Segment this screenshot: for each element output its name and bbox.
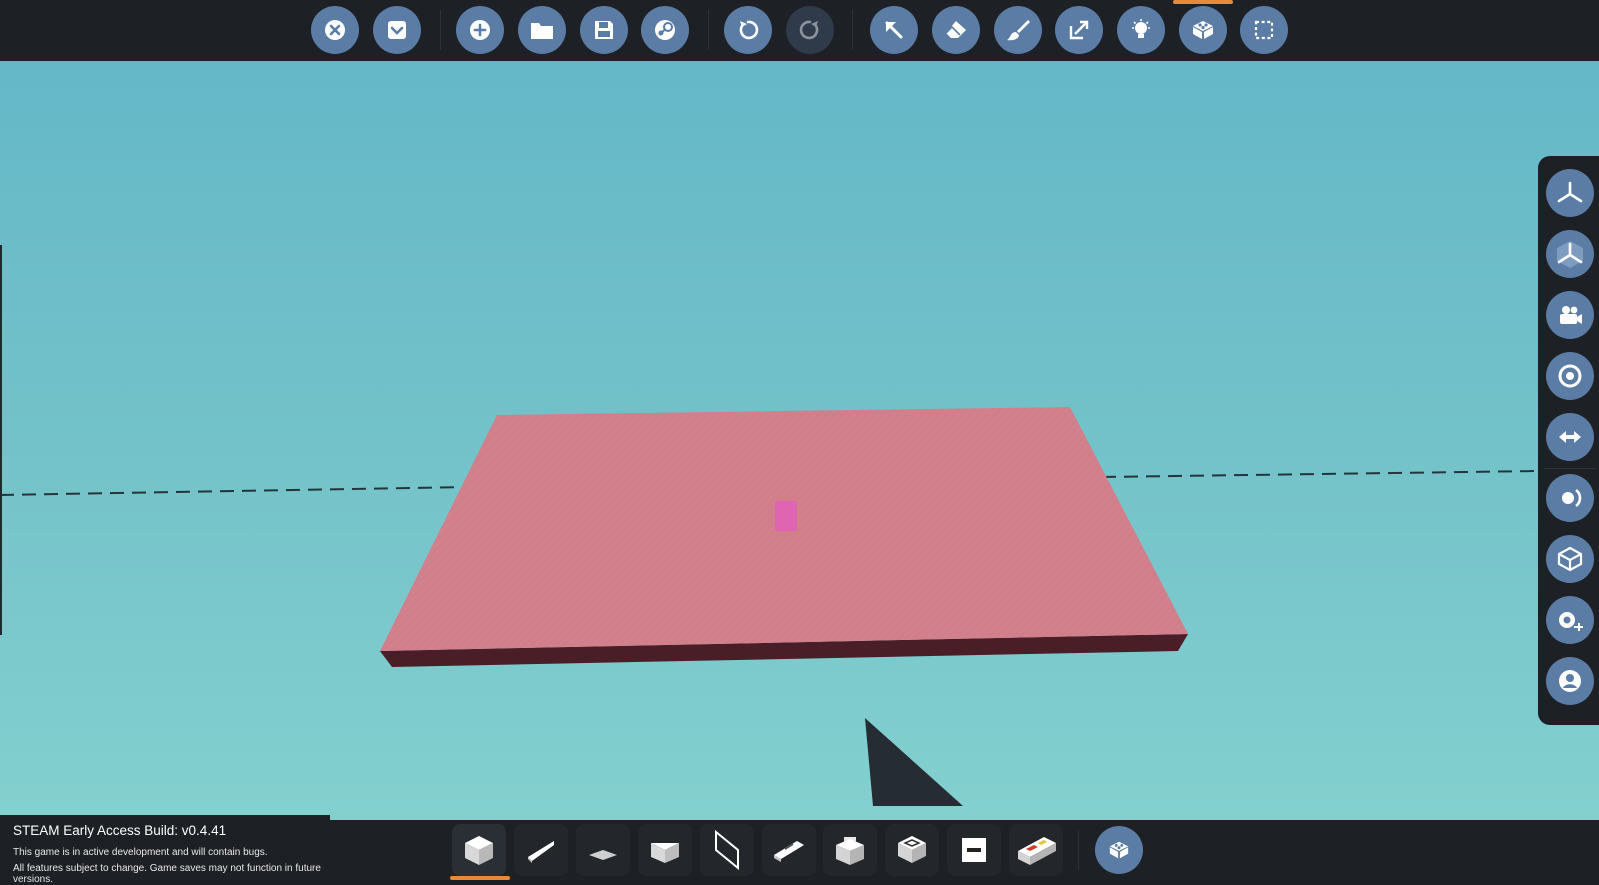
build-disclaimer-line-2: All features subject to change. Game sav… <box>13 863 321 885</box>
stud-block-part-icon <box>836 837 864 865</box>
build-disclaimer-line-1: This game is in active development and w… <box>13 847 268 858</box>
wedge-part-icon <box>528 841 554 863</box>
save-button[interactable] <box>580 6 628 54</box>
axis-view-button[interactable] <box>1546 169 1594 217</box>
focus-target-button[interactable] <box>1546 352 1594 400</box>
grid-axis-line-left <box>0 486 471 496</box>
camera-button[interactable] <box>1546 291 1594 339</box>
select-tool-button[interactable] <box>870 6 918 54</box>
stud-block-part-button[interactable] <box>823 824 877 876</box>
controller-part-button[interactable] <box>1009 824 1063 876</box>
spawn-marker[interactable] <box>775 501 797 531</box>
select-cursor-icon <box>885 21 903 39</box>
lightbulb-icon <box>1132 19 1150 38</box>
new-icon <box>470 20 490 40</box>
scene <box>0 407 1539 806</box>
controller-part-icon <box>1018 837 1056 865</box>
cube-view-icon <box>1557 546 1583 572</box>
undo-icon <box>739 20 759 40</box>
build-mode-button[interactable] <box>1179 6 1227 54</box>
active-tool-indicator <box>1173 0 1233 4</box>
panel-part-button[interactable] <box>700 824 754 876</box>
axis-view-icon <box>1557 181 1583 203</box>
flat-plate-part-icon <box>589 850 617 860</box>
bricks-icon <box>1193 21 1213 39</box>
hinge-part-button[interactable] <box>762 824 816 876</box>
scale-arrow-icon <box>1069 20 1089 40</box>
light-tool-button[interactable] <box>1117 6 1165 54</box>
selected-part-indicator <box>450 876 510 880</box>
new-build-button[interactable] <box>456 6 504 54</box>
scale-tool-button[interactable] <box>1055 6 1103 54</box>
axis-view-boxed-icon <box>1557 241 1583 268</box>
rotate-view-icon <box>1562 488 1582 508</box>
paint-tool-button[interactable] <box>994 6 1042 54</box>
target-icon <box>1558 364 1582 388</box>
panel-part-icon <box>715 830 739 870</box>
bricks-menu-button[interactable] <box>1095 826 1143 874</box>
collapse-menu-button[interactable] <box>373 6 421 54</box>
cube-part-icon <box>465 836 493 865</box>
outline-block-part-icon <box>898 836 926 863</box>
top-toolbar <box>0 0 1599 61</box>
redo-icon <box>799 20 819 40</box>
undo-button[interactable] <box>724 6 772 54</box>
swap-arrow-icon <box>1559 431 1581 443</box>
cube-view-button[interactable] <box>1546 535 1594 583</box>
paint-brush-icon <box>1007 20 1030 41</box>
switch-part-button[interactable] <box>947 824 1001 876</box>
grid-axis-line-right <box>1101 470 1539 478</box>
eraser-tool-button[interactable] <box>932 6 980 54</box>
swap-view-button[interactable] <box>1546 413 1594 461</box>
3d-viewport[interactable] <box>0 61 1599 820</box>
viewport-left-edge <box>0 245 2 635</box>
outline-block-part-button[interactable] <box>885 824 939 876</box>
camera-icon <box>1560 306 1582 324</box>
flat-plate-part-button[interactable] <box>576 824 630 876</box>
build-info-panel: STEAM Early Access Build: v0.4.41 This g… <box>0 815 330 885</box>
selection-box-icon <box>1254 20 1274 40</box>
switch-part-icon <box>962 838 986 862</box>
axis-view-boxed-button[interactable] <box>1546 230 1594 278</box>
selection-box-button[interactable] <box>1240 6 1288 54</box>
slope-part-icon <box>651 843 679 863</box>
redo-button[interactable] <box>786 6 834 54</box>
camera-tools-icon <box>1559 612 1583 631</box>
selection-cursor-pointer <box>865 718 963 806</box>
slope-part-button[interactable] <box>638 824 692 876</box>
camera-tools-button[interactable] <box>1546 596 1594 644</box>
open-button[interactable] <box>518 6 566 54</box>
save-icon <box>595 21 613 39</box>
character-button[interactable] <box>1546 657 1594 705</box>
character-icon <box>1559 670 1581 692</box>
bricks-menu-icon <box>1109 841 1129 859</box>
hinge-part-icon <box>774 841 804 862</box>
eraser-icon <box>945 21 966 38</box>
steam-icon <box>655 20 675 40</box>
build-version-title: STEAM Early Access Build: v0.4.41 <box>13 823 227 838</box>
rotate-view-button[interactable] <box>1546 474 1594 522</box>
close-button[interactable] <box>311 6 359 54</box>
camera-toolbar <box>1538 156 1599 725</box>
wedge-part-button[interactable] <box>514 824 568 876</box>
collapse-menu-icon <box>388 21 406 39</box>
close-icon <box>325 20 345 40</box>
steam-workshop-button[interactable] <box>641 6 689 54</box>
open-folder-icon <box>531 23 553 39</box>
cube-part-button[interactable] <box>452 824 506 876</box>
